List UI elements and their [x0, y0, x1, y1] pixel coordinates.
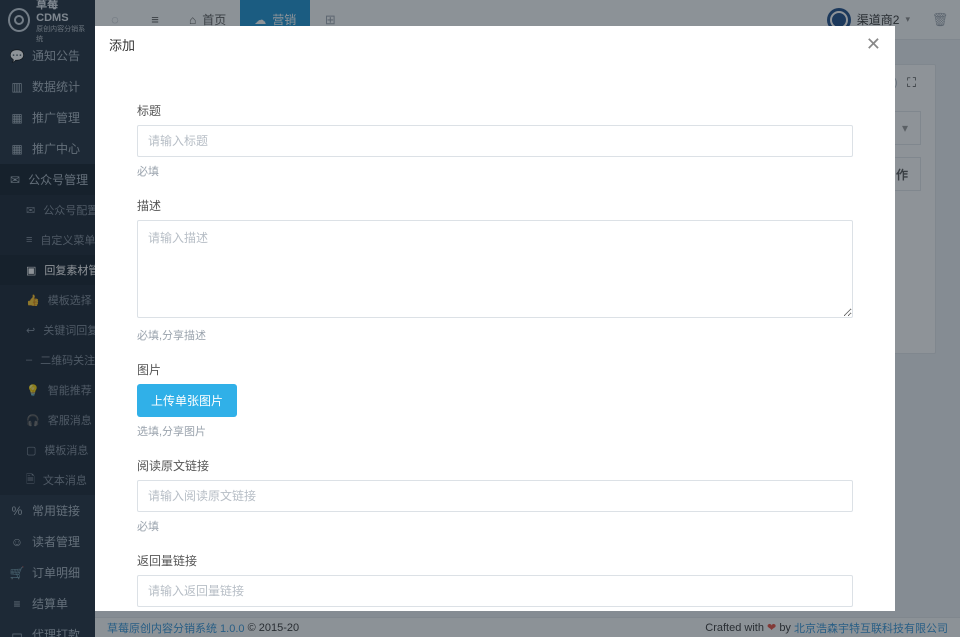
upload-image-button[interactable]: 上传单张图片 — [137, 384, 237, 417]
return-link-label: 返回量链接 — [137, 552, 853, 569]
image-label: 图片 — [137, 361, 853, 378]
modal-title: 添加 — [109, 35, 135, 54]
close-button[interactable]: ✕ — [866, 34, 881, 55]
desc-hint: 必填,分享描述 — [137, 327, 853, 343]
title-input[interactable] — [137, 125, 853, 157]
read-link-hint: 必填 — [137, 518, 853, 534]
return-link-input[interactable] — [137, 575, 853, 607]
modal-header: 添加 ✕ — [95, 26, 895, 62]
read-link-input[interactable] — [137, 480, 853, 512]
add-modal: 添加 ✕ 标题 必填 描述 必填,分享描述 图片 上传单张图片 选 — [95, 26, 895, 611]
image-hint: 选填,分享图片 — [137, 423, 853, 439]
title-hint: 必填 — [137, 163, 853, 179]
desc-textarea[interactable] — [137, 220, 853, 318]
desc-label: 描述 — [137, 197, 853, 214]
title-label: 标题 — [137, 102, 853, 119]
read-link-label: 阅读原文链接 — [137, 457, 853, 474]
modal-body[interactable]: 标题 必填 描述 必填,分享描述 图片 上传单张图片 选填,分享图片 阅读原文链… — [95, 62, 895, 611]
